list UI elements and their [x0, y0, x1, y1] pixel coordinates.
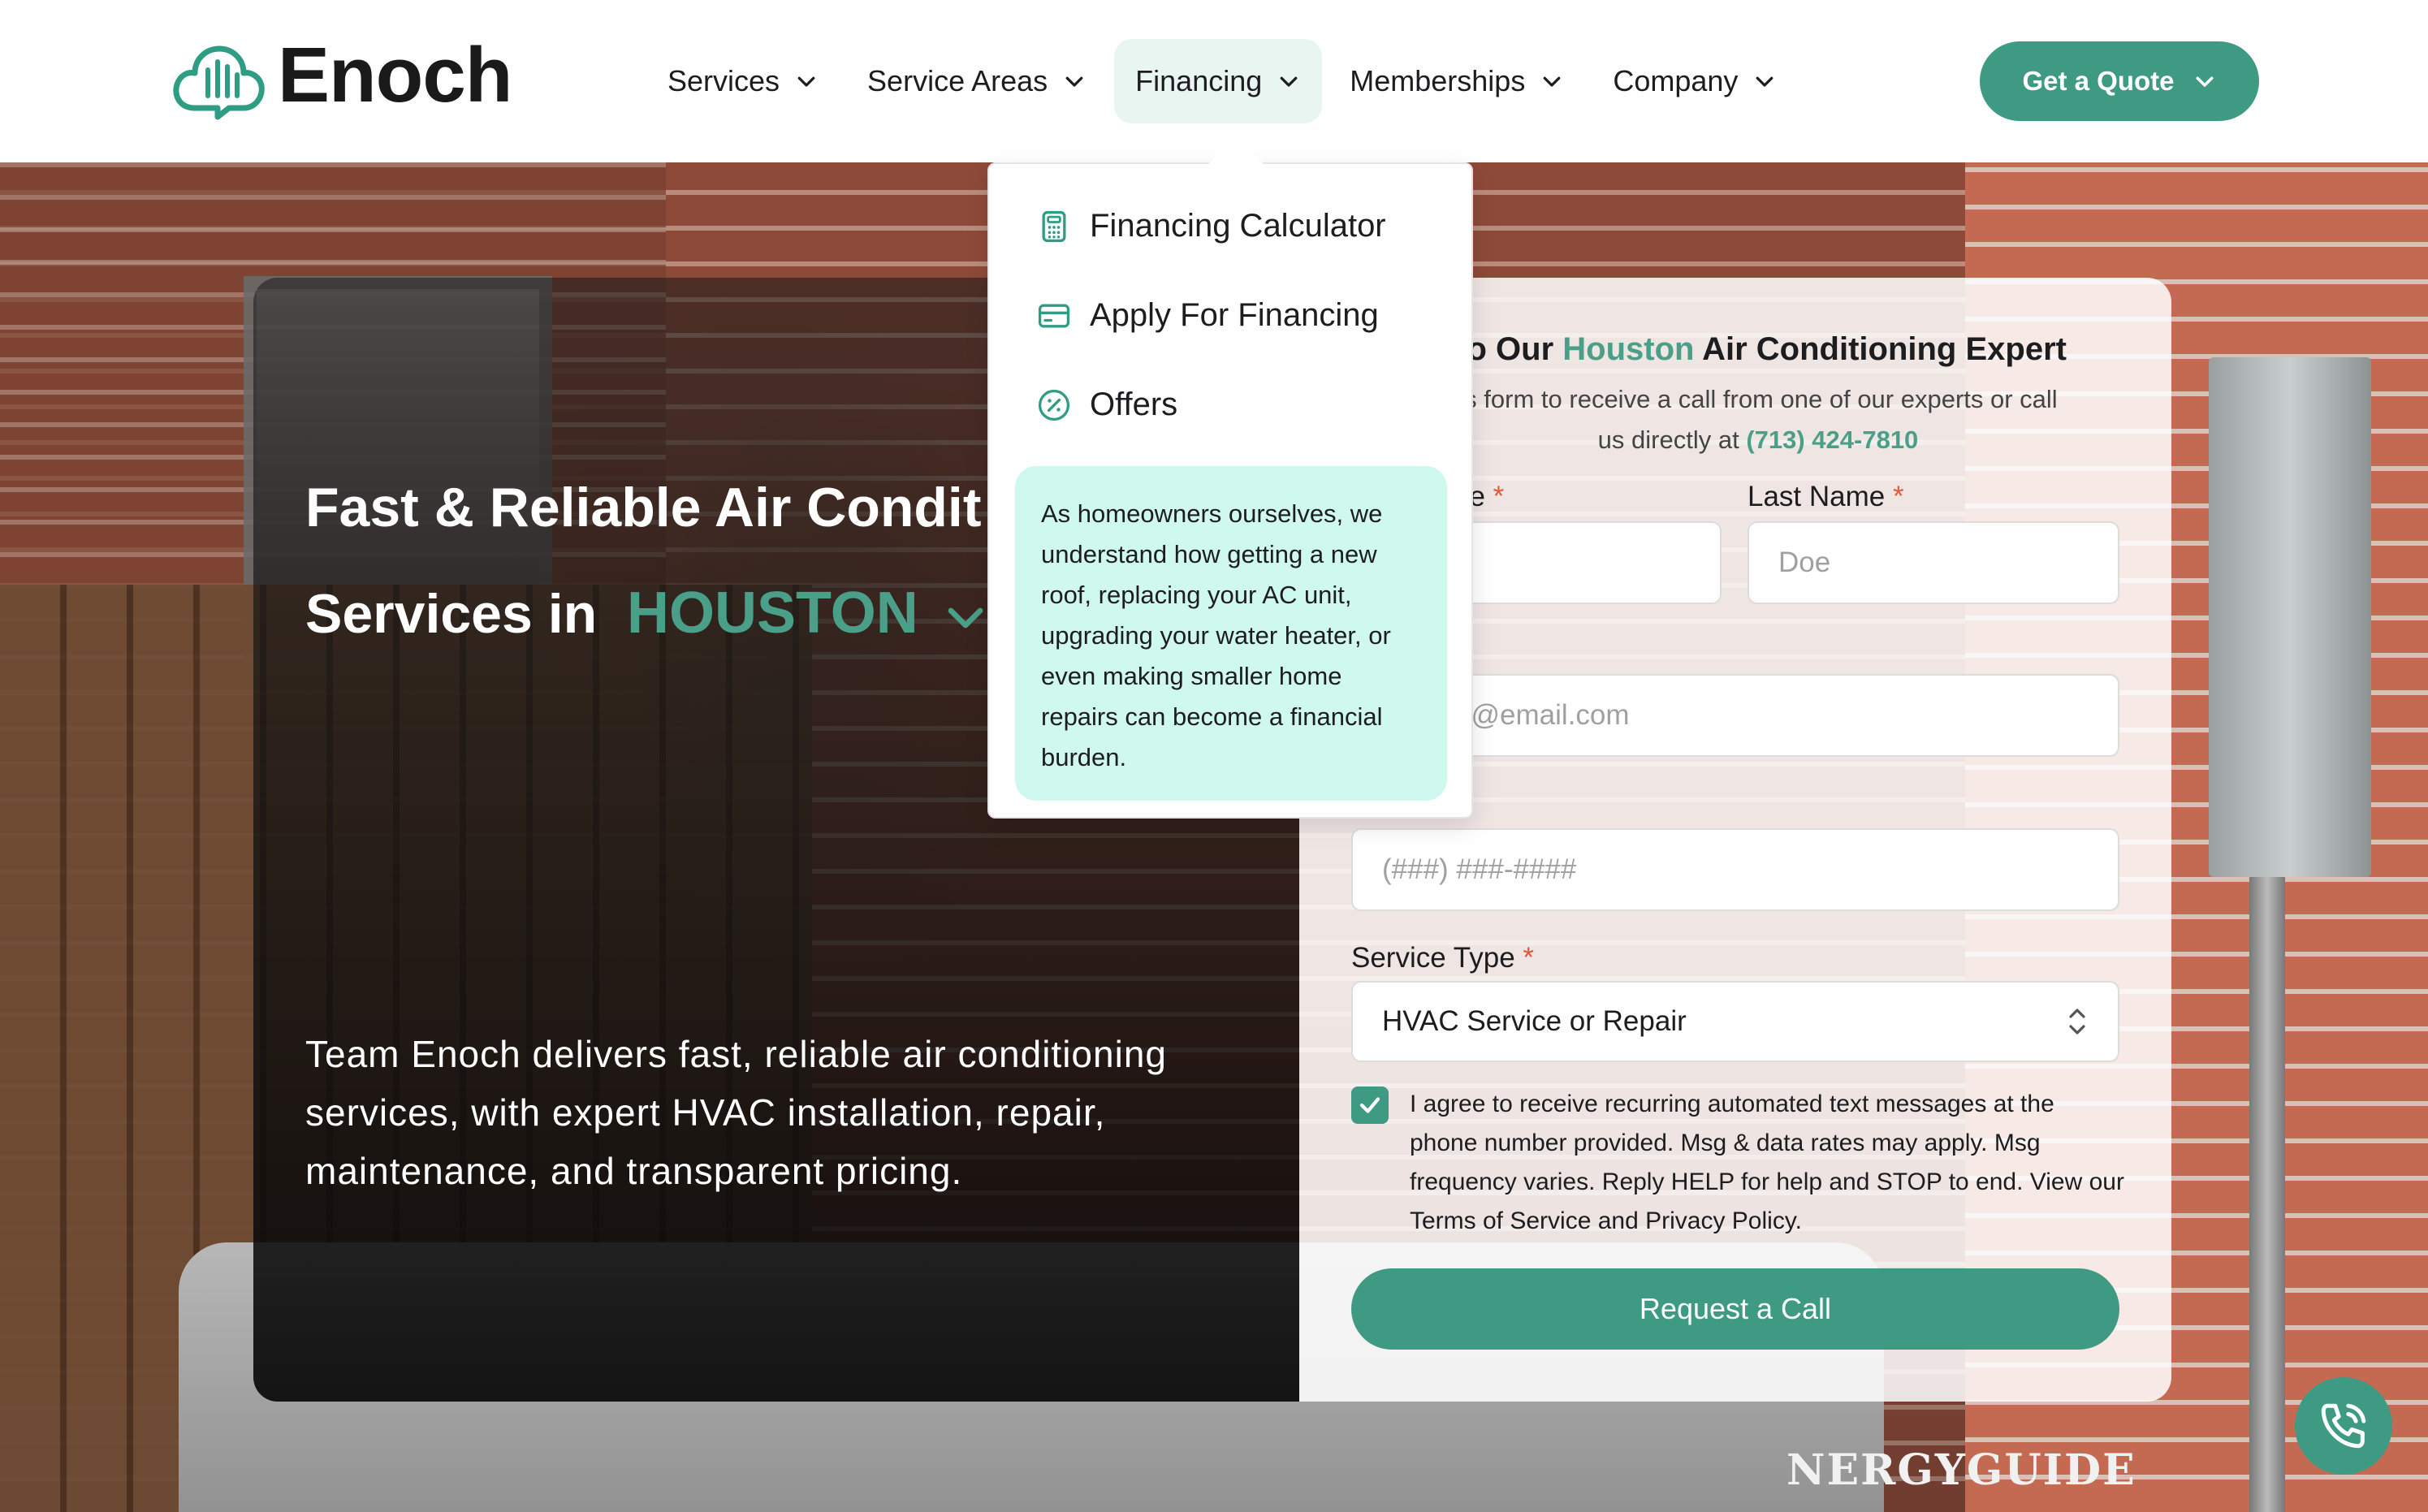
- electrical-box: [2209, 357, 2371, 877]
- chevron-down-icon[interactable]: [944, 596, 987, 640]
- chevron-down-icon: [1543, 76, 1561, 87]
- chevron-down-icon: [1756, 76, 1773, 87]
- hero-title-line2: Services in HOUSTON: [305, 560, 987, 667]
- required-mark: *: [1493, 481, 1505, 512]
- chevron-down-icon: [797, 76, 815, 87]
- last-name-input[interactable]: Doe: [1748, 521, 2119, 604]
- calculator-icon: [1042, 210, 1066, 242]
- form-subtitle-prefix: us directly at: [1597, 426, 1739, 454]
- service-type-select[interactable]: HVAC Service or Repair: [1351, 981, 2119, 1062]
- service-type-value: HVAC Service or Repair: [1382, 1005, 1687, 1037]
- nav-memberships[interactable]: Memberships: [1328, 39, 1585, 123]
- percent-badge-icon: [1038, 389, 1070, 421]
- main-nav: Services Service Areas Financing Members…: [646, 39, 1804, 123]
- chevron-down-icon: [1065, 76, 1083, 87]
- city-selector[interactable]: HOUSTON: [627, 581, 918, 646]
- last-name-label-text: Last Name: [1748, 481, 1886, 512]
- form-title-suffix: Air Conditioning Expert: [1702, 331, 2067, 367]
- menu-item-label: Financing Calculator: [1090, 208, 1386, 244]
- request-call-button[interactable]: Request a Call: [1351, 1268, 2119, 1350]
- brand-name: Enoch: [278, 32, 512, 119]
- select-arrows-icon: [2069, 1009, 2085, 1035]
- hero-title: Fast & Reliable Air Condit Services in H…: [305, 455, 987, 667]
- phone-link[interactable]: (713) 424-7810: [1746, 426, 1918, 454]
- phone-call-icon: [2321, 1403, 2366, 1449]
- dropdown-pointer: [1208, 135, 1264, 164]
- email-input[interactable]: e@email.com: [1364, 674, 2119, 757]
- call-button[interactable]: [2295, 1377, 2392, 1475]
- menu-item-financing-calculator[interactable]: Financing Calculator: [1036, 208, 1386, 244]
- last-name-label: Last Name *: [1748, 481, 1904, 513]
- hero-title-line1: Fast & Reliable Air Condit: [305, 477, 982, 538]
- energy-guide-label: NERGYGUIDE: [1786, 1445, 2136, 1495]
- required-mark: *: [1523, 942, 1535, 974]
- nav-services[interactable]: Services: [646, 39, 840, 123]
- get-a-quote-label: Get a Quote: [2022, 66, 2175, 96]
- financing-note: As homeowners ourselves, we understand h…: [1015, 466, 1447, 801]
- nav-label: Services: [667, 64, 780, 97]
- form-title-city: Houston: [1562, 331, 1695, 367]
- menu-item-apply-for-financing[interactable]: Apply For Financing: [1036, 297, 1379, 334]
- service-type-label-text: Service Type: [1351, 942, 1515, 974]
- email-placeholder: e@email.com: [1455, 699, 1630, 731]
- consent-checkbox[interactable]: [1351, 1086, 1389, 1124]
- credit-card-icon: [1038, 304, 1070, 327]
- chevron-down-icon: [1280, 76, 1298, 87]
- nav-label: Service Areas: [867, 64, 1048, 97]
- nav-label: Financing: [1135, 64, 1263, 97]
- logo[interactable]: Enoch: [171, 31, 512, 120]
- nav-label: Company: [1613, 64, 1739, 97]
- checkmark-icon: [1359, 1097, 1380, 1113]
- hero-title-prefix: Services in: [305, 583, 598, 645]
- nav-label: Memberships: [1350, 64, 1526, 97]
- conduit-pipe: [2249, 877, 2285, 1512]
- financing-dropdown: Financing Calculator Apply For Financing…: [987, 162, 1473, 819]
- get-a-quote-button[interactable]: Get a Quote: [1980, 41, 2259, 121]
- phone-input[interactable]: (###) ###-####: [1351, 828, 2119, 911]
- hero-description: Team Enoch delivers fast, reliable air c…: [305, 1033, 1167, 1192]
- menu-item-label: Offers: [1090, 387, 1178, 422]
- phone-placeholder: (###) ###-####: [1382, 853, 1577, 885]
- nav-service-areas[interactable]: Service Areas: [846, 39, 1108, 123]
- chevron-down-icon: [2196, 76, 2214, 87]
- service-type-label: Service Type *: [1351, 942, 1534, 974]
- nav-company[interactable]: Company: [1592, 39, 1798, 123]
- enoch-logo-icon: [173, 45, 265, 120]
- nav-financing[interactable]: Financing: [1114, 39, 1323, 123]
- menu-item-label: Apply For Financing: [1090, 297, 1379, 333]
- last-name-placeholder: Doe: [1778, 546, 1831, 578]
- required-mark: *: [1892, 481, 1904, 512]
- menu-item-offers[interactable]: Offers: [1036, 387, 1177, 423]
- consent-text: I agree to receive recurring automated t…: [1410, 1091, 2124, 1234]
